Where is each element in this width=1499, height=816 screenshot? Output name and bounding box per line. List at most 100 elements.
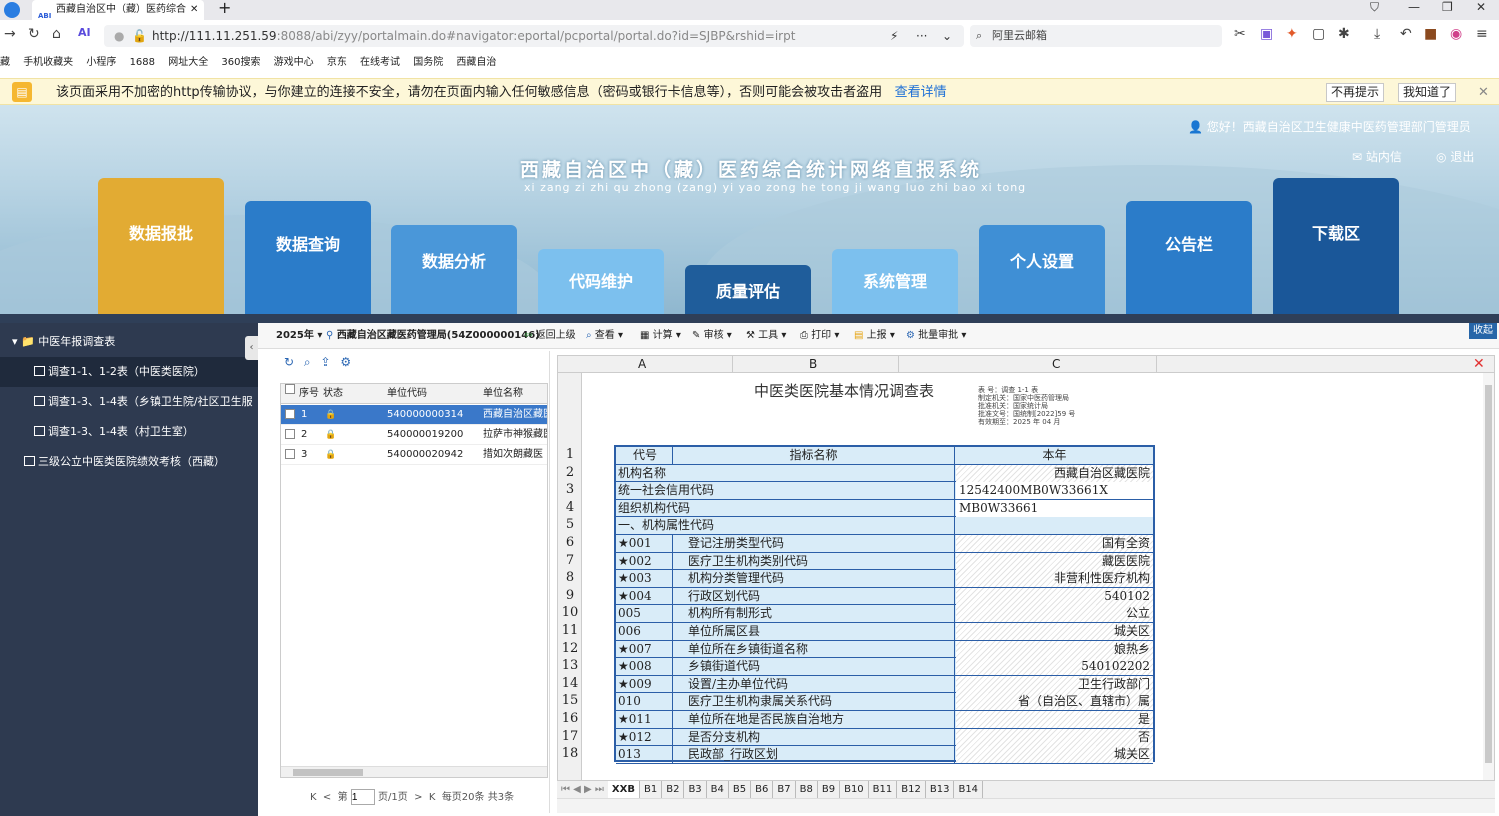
row-number[interactable]: 16 xyxy=(558,711,582,726)
row-value[interactable]: MB0W33661 xyxy=(956,499,1153,517)
nav-personal-settings[interactable]: 个人设置 xyxy=(979,225,1105,315)
next-page-icon[interactable]: > xyxy=(414,792,422,803)
more-icon[interactable]: ··· xyxy=(916,25,927,47)
last-page-icon[interactable]: K xyxy=(429,792,436,803)
row-number[interactable]: 6 xyxy=(558,535,582,550)
nav-download[interactable]: 下载区 xyxy=(1273,178,1399,315)
batch-approve-button[interactable]: ⚙ 批量审批 ▾ xyxy=(906,323,966,349)
sidebar-collapse-handle[interactable]: ‹ xyxy=(245,336,258,360)
row-number[interactable]: 13 xyxy=(558,658,582,673)
bookmark[interactable]: 360搜索 xyxy=(221,57,260,68)
row-number[interactable]: 10 xyxy=(558,605,582,620)
row-value[interactable]: 540102202 xyxy=(956,658,1153,676)
minimize-icon[interactable]: — xyxy=(1408,0,1420,14)
logout-link[interactable]: ◎ 退出 xyxy=(1436,148,1474,165)
nav-data-approval[interactable]: 数据报批 xyxy=(98,178,224,315)
settings-icon[interactable]: ⚙ xyxy=(340,355,351,369)
sheet-tab[interactable]: B4 xyxy=(707,781,729,799)
table-row[interactable]: 3 🔒 540000020942 措如次朗藏医 xyxy=(281,445,547,465)
home-icon[interactable]: ⌂ xyxy=(52,26,61,42)
row-number[interactable]: 4 xyxy=(558,500,582,515)
download-icon[interactable]: ⤓ xyxy=(1374,26,1380,42)
forward-icon[interactable]: → xyxy=(4,26,16,42)
tab-close-icon[interactable]: ✕ xyxy=(190,0,198,20)
bookmark[interactable]: 西藏自治 xyxy=(456,57,496,68)
prev-page-icon[interactable]: < xyxy=(323,792,331,803)
row-value[interactable]: 非营利性医疗机构 xyxy=(956,570,1153,588)
new-tab-icon[interactable]: + xyxy=(218,0,231,17)
bookmark[interactable]: 1688 xyxy=(130,57,155,68)
horizontal-scrollbar[interactable] xyxy=(281,766,547,777)
vertical-scrollbar[interactable] xyxy=(1483,373,1494,783)
dont-remind-button[interactable]: 不再提示 xyxy=(1326,83,1385,102)
tools-button[interactable]: ⚒ 工具 ▾ xyxy=(746,323,786,349)
column-b[interactable]: B xyxy=(809,356,817,373)
screen-icon[interactable]: ▢ xyxy=(1312,26,1325,42)
window-close-icon[interactable]: ✕ xyxy=(1476,0,1486,14)
row-number[interactable]: 2 xyxy=(558,465,582,480)
sheet-tab[interactable]: B2 xyxy=(662,781,685,799)
row-value[interactable]: 540102 xyxy=(956,587,1153,605)
row-number[interactable]: 1 xyxy=(558,447,582,462)
bookmark[interactable]: 小程序 xyxy=(86,57,116,68)
audit-button[interactable]: ✎ 审核 ▾ xyxy=(692,323,732,349)
sheet-tab[interactable]: B12 xyxy=(897,781,926,799)
print-button[interactable]: ⎙ 打印 ▾ xyxy=(800,323,839,349)
bookmark[interactable]: 在线考试 xyxy=(360,57,400,68)
row-value[interactable]: 藏医医院 xyxy=(956,552,1153,570)
bookmark[interactable]: 京东 xyxy=(327,57,347,68)
row-value[interactable]: 省（自治区、直辖市）属 xyxy=(956,693,1153,711)
row-number[interactable]: 18 xyxy=(558,746,582,761)
sheet-tab[interactable]: B1 xyxy=(640,781,663,799)
column-a[interactable]: A xyxy=(638,356,646,373)
puzzle-icon[interactable]: ✱ xyxy=(1338,26,1350,42)
row-checkbox[interactable] xyxy=(285,429,295,439)
colorful-icon[interactable]: ◉ xyxy=(1450,26,1462,42)
tab-nav-icons[interactable]: ⏮ ◀ ▶ ⏭ xyxy=(557,784,608,795)
row-value[interactable]: 公立 xyxy=(956,605,1153,623)
row-value[interactable]: 城关区 xyxy=(956,746,1153,764)
sidebar-item-survey-1-1[interactable]: 调查1-1、1-2表（中医类医院） xyxy=(0,357,258,387)
nav-code-maintenance[interactable]: 代码维护 xyxy=(538,249,664,315)
table-row[interactable]: 1 🔒 540000000314 西藏自治区藏医 xyxy=(281,405,547,425)
sidebar-item-performance[interactable]: 三级公立中医类医院绩效考核（西藏） xyxy=(0,447,258,477)
refresh-icon[interactable]: ↻ xyxy=(284,355,294,369)
nav-quality-assessment[interactable]: 质量评估 xyxy=(685,265,811,315)
row-number[interactable]: 15 xyxy=(558,693,582,708)
sheet-tab[interactable]: B5 xyxy=(729,781,752,799)
insecure-lock-icon[interactable]: 🔓 xyxy=(132,25,147,47)
sheet-tab[interactable]: B8 xyxy=(796,781,818,799)
sheet-tab[interactable]: B3 xyxy=(684,781,707,799)
row-value[interactable]: 12542400MB0W33661X xyxy=(956,482,1153,500)
chevron-down-icon[interactable]: ⌄ xyxy=(942,25,952,47)
row-value[interactable]: 娘热乡 xyxy=(956,640,1153,658)
row-number[interactable]: 14 xyxy=(558,676,582,691)
select-all-checkbox[interactable] xyxy=(285,384,295,394)
lightning-icon[interactable]: ⚡ xyxy=(890,25,898,47)
row-number[interactable]: 5 xyxy=(558,517,582,532)
sheet-tab[interactable]: B10 xyxy=(840,781,869,799)
sidebar-item-survey-1-3-village[interactable]: 调查1-3、1-4表（村卫生室） xyxy=(0,417,258,447)
calc-button[interactable]: ▦ 计算 ▾ xyxy=(640,323,681,349)
row-number[interactable]: 9 xyxy=(558,588,582,603)
bookmark[interactable]: 国务院 xyxy=(413,57,443,68)
row-value[interactable]: 卫生行政部门 xyxy=(956,675,1153,693)
ai-icon[interactable]: AI xyxy=(78,26,91,39)
view-button[interactable]: ⌕ 查看 ▾ xyxy=(586,323,623,349)
bookmark[interactable]: 游戏中心 xyxy=(274,57,314,68)
row-checkbox[interactable] xyxy=(285,449,295,459)
row-checkbox[interactable] xyxy=(285,409,295,419)
maximize-icon[interactable]: ❐ xyxy=(1442,0,1453,14)
extension-icon[interactable]: ▣ xyxy=(1260,26,1273,42)
row-value[interactable]: 否 xyxy=(956,728,1153,746)
page-number-input[interactable] xyxy=(350,789,375,805)
collapse-button[interactable]: 收起 xyxy=(1469,323,1497,339)
window-menu-icon[interactable]: ⛉ xyxy=(1370,0,1379,15)
sheet-tab[interactable]: B9 xyxy=(818,781,841,799)
row-number[interactable]: 11 xyxy=(558,623,582,638)
nav-bulletin[interactable]: 公告栏 xyxy=(1126,201,1252,315)
extension2-icon[interactable]: ✦ xyxy=(1286,26,1298,42)
row-value[interactable]: 是 xyxy=(956,711,1153,728)
bookmark[interactable]: 手机收藏夹 xyxy=(23,57,73,68)
sheet-tab[interactable]: B6 xyxy=(751,781,774,799)
